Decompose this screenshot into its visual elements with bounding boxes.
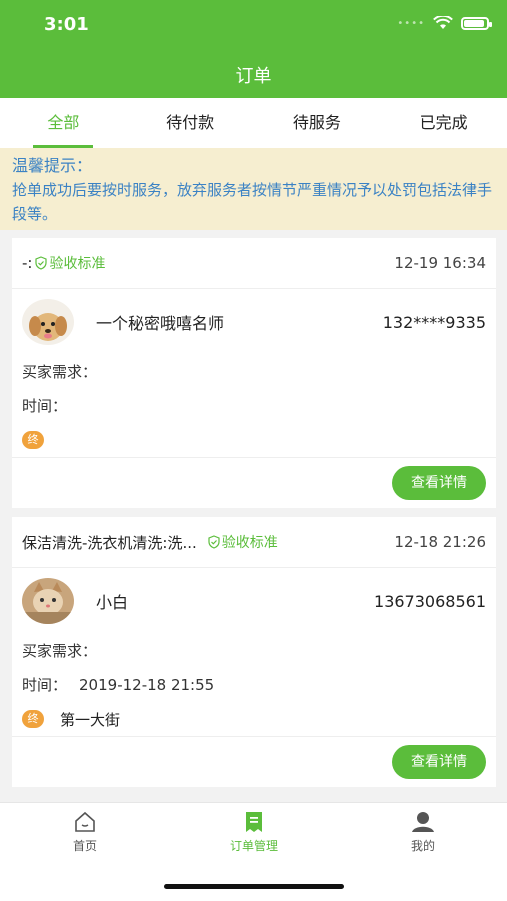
buyer-name: 一个秘密哦嘻名师 [96,314,225,333]
cat-avatar [22,578,74,624]
order-date: 12-18 21:26 [394,533,486,551]
battery-icon [461,16,492,30]
buyer-phone[interactable]: 132****9335 [383,313,486,332]
tabbar-orders-label: 订单管理 [229,839,278,853]
tabbar-home-label: 首页 [72,839,97,853]
buyer-name: 小白 [96,593,129,612]
view-details-button[interactable]: 查看详情 [392,745,486,779]
order-card-footer: 查看详情 [12,736,496,787]
order-card: -: 验收标准 12-19 16:34 一个秘密哦嘻名师 132****9335… [12,238,496,508]
acceptance-standard-link[interactable]: 验收标准 [207,532,278,552]
service-time: 时间： 2019-12-18 21:55 [22,676,215,694]
page-title: 订单 [235,66,272,87]
order-card-header: 保洁清洗-洗衣机清洗:洗... 验收标准 12-18 21:26 [12,517,496,568]
notice-body: 抢单成功后要按时服务，放弃服务者按情节严重情况予以处罚包括法律手段等。 [12,181,493,223]
tabbar-home[interactable]: 首页 [35,811,135,854]
wifi-icon [433,16,453,29]
tab-all[interactable]: 全部 [0,98,127,148]
status-icons: •••• [397,16,492,30]
order-tabs: 全部 待付款 待服务 已完成 [0,98,507,148]
service-name: -: [22,254,33,272]
buyer-phone[interactable]: 13673068561 [374,592,486,611]
end-badge: 终 [22,431,44,449]
acceptance-standard-label: 验收标准 [221,535,278,551]
service-time: 时间： [22,397,68,415]
tab-pending-payment[interactable]: 待付款 [127,98,254,148]
shield-icon [208,535,220,549]
buyer-demand: 买家需求： [22,363,98,381]
order-icon [246,812,262,832]
header: 3:01 •••• 订单 [0,0,507,98]
buyer-row: 一个秘密哦嘻名师 132****9335 [12,289,496,355]
address-row: 终 第一大街 [12,702,496,736]
address-text: 第一大街 [60,710,121,729]
signal-icon: •••• [397,17,425,29]
buyer-demand: 买家需求： [22,642,98,660]
end-badge: 终 [22,710,44,728]
order-card-header: -: 验收标准 12-19 16:34 [12,238,496,289]
dog-avatar [22,299,74,345]
tabbar-profile-label: 我的 [410,839,435,853]
order-card-footer: 查看详情 [12,457,496,508]
home-icon [75,811,95,832]
tabbar-orders[interactable]: 订单管理 [204,811,304,854]
order-date: 12-19 16:34 [394,254,486,272]
profile-icon [412,812,434,832]
notice-title: 温馨提示： [12,156,93,175]
tabbar-profile[interactable]: 我的 [373,811,473,854]
shield-icon [35,256,48,270]
view-details-button[interactable]: 查看详情 [392,466,486,500]
order-card: 保洁清洗-洗衣机清洗:洗... 验收标准 12-18 21:26 小白 1367… [12,517,496,787]
address-row: 终 [12,423,496,457]
tab-pending-service[interactable]: 待服务 [254,98,381,148]
notice-banner: 温馨提示： 抢单成功后要按时服务，放弃服务者按情节严重情况予以处罚包括法律手段等… [0,148,507,230]
tab-completed[interactable]: 已完成 [380,98,507,148]
acceptance-standard-label: 验收标准 [49,256,106,272]
buyer-row: 小白 13673068561 [12,568,496,634]
home-indicator [164,884,344,889]
service-name: 保洁清洗-洗衣机清洗:洗... [22,533,197,552]
acceptance-standard-link[interactable]: 验收标准 [34,253,105,273]
status-time: 3:01 [44,14,89,35]
